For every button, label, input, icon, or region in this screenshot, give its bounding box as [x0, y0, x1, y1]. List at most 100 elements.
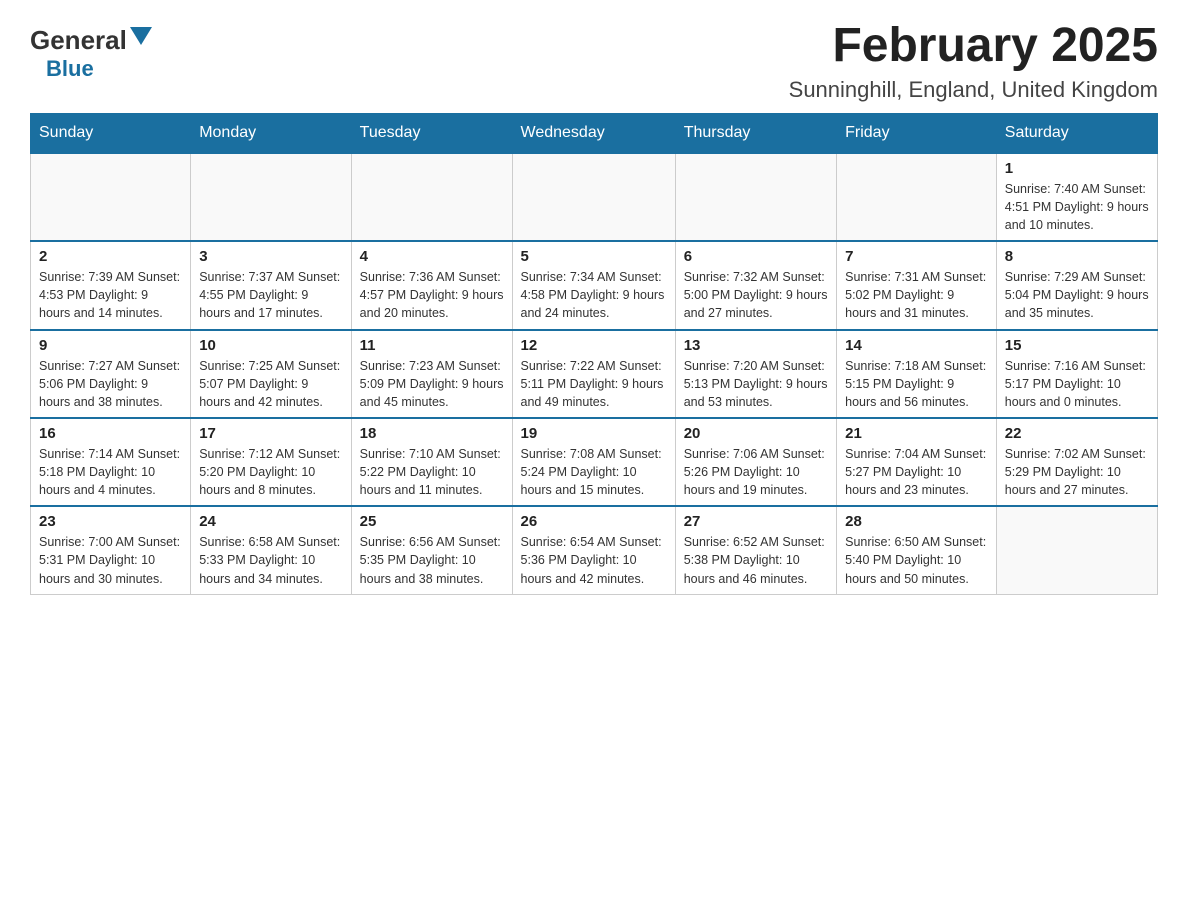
- month-year-title: February 2025: [789, 20, 1158, 73]
- day-info: Sunrise: 7:34 AM Sunset: 4:58 PM Dayligh…: [521, 268, 667, 322]
- day-info: Sunrise: 7:36 AM Sunset: 4:57 PM Dayligh…: [360, 268, 504, 322]
- logo: General Blue: [30, 20, 152, 82]
- calendar-header-row: Sunday Monday Tuesday Wednesday Thursday…: [31, 113, 1158, 153]
- title-block: February 2025 Sunninghill, England, Unit…: [789, 20, 1158, 103]
- calendar-week-row: 9Sunrise: 7:27 AM Sunset: 5:06 PM Daylig…: [31, 330, 1158, 418]
- calendar-cell: [837, 153, 997, 241]
- logo-blue-text: Blue: [38, 56, 94, 81]
- calendar-cell: 3Sunrise: 7:37 AM Sunset: 4:55 PM Daylig…: [191, 241, 351, 329]
- calendar-cell: 22Sunrise: 7:02 AM Sunset: 5:29 PM Dayli…: [996, 418, 1157, 506]
- day-info: Sunrise: 7:16 AM Sunset: 5:17 PM Dayligh…: [1005, 357, 1149, 411]
- calendar-cell: 18Sunrise: 7:10 AM Sunset: 5:22 PM Dayli…: [351, 418, 512, 506]
- day-info: Sunrise: 7:23 AM Sunset: 5:09 PM Dayligh…: [360, 357, 504, 411]
- calendar-cell: 23 Sunrise: 7:00 AM Sunset: 5:31 PM Dayli…: [31, 506, 191, 594]
- col-monday: Monday: [191, 113, 351, 153]
- day-info: Sunrise: 7:31 AM Sunset: 5:02 PM Dayligh…: [845, 268, 988, 322]
- calendar-week-row: 16 Sunrise: 7:14 AM Sunset: 5:18 PM Dayli…: [31, 418, 1158, 506]
- day-number: 17: [199, 425, 342, 442]
- day-info: Sunrise: 7:39 AM Sunset: 4:53 PM Dayligh…: [39, 268, 182, 322]
- day-info: Sunrise: 7:25 AM Sunset: 5:07 PM Dayligh…: [199, 357, 342, 411]
- day-info: Sunrise: 6:52 AM Sunset: 5:38 PM Dayligh…: [684, 533, 828, 587]
- day-info: Sunrise: 6:56 AM Sunset: 5:35 PM Dayligh…: [360, 533, 504, 587]
- day-number: 13: [684, 337, 828, 354]
- calendar-cell: [512, 153, 675, 241]
- day-info: Sunrise: 7:06 AM Sunset: 5:26 PM Dayligh…: [684, 445, 828, 499]
- day-info: Sunrise: 6:50 AM Sunset: 5:40 PM Dayligh…: [845, 533, 988, 587]
- day-number: 8: [1005, 248, 1149, 265]
- day-number: 20: [684, 425, 828, 442]
- calendar-cell: [351, 153, 512, 241]
- calendar-cell: 10 Sunrise: 7:25 AM Sunset: 5:07 PM Dayli…: [191, 330, 351, 418]
- day-number: 7: [845, 248, 988, 265]
- calendar-week-row: 1Sunrise: 7:40 AM Sunset: 4:51 PM Daylig…: [31, 153, 1158, 241]
- calendar-cell: 6 Sunrise: 7:32 AM Sunset: 5:00 PM Daylig…: [675, 241, 836, 329]
- logo-general-text: General: [30, 25, 127, 56]
- day-number: 6: [684, 248, 828, 265]
- calendar-cell: 24 Sunrise: 6:58 AM Sunset: 5:33 PM Dayli…: [191, 506, 351, 594]
- col-thursday: Thursday: [675, 113, 836, 153]
- calendar-cell: 25 Sunrise: 6:56 AM Sunset: 5:35 PM Dayli…: [351, 506, 512, 594]
- page-header: General Blue February 2025 Sunninghill, …: [30, 20, 1158, 103]
- day-info: Sunrise: 7:04 AM Sunset: 5:27 PM Dayligh…: [845, 445, 988, 499]
- day-info: Sunrise: 7:18 AM Sunset: 5:15 PM Dayligh…: [845, 357, 988, 411]
- col-friday: Friday: [837, 113, 997, 153]
- calendar-cell: 13 Sunrise: 7:20 AM Sunset: 5:13 PM Dayli…: [675, 330, 836, 418]
- calendar-cell: 4 Sunrise: 7:36 AM Sunset: 4:57 PM Daylig…: [351, 241, 512, 329]
- calendar-cell: 16 Sunrise: 7:14 AM Sunset: 5:18 PM Dayli…: [31, 418, 191, 506]
- day-info: Sunrise: 7:14 AM Sunset: 5:18 PM Dayligh…: [39, 445, 182, 499]
- day-number: 18: [360, 425, 504, 442]
- col-wednesday: Wednesday: [512, 113, 675, 153]
- day-number: 25: [360, 513, 504, 530]
- calendar-cell: 7 Sunrise: 7:31 AM Sunset: 5:02 PM Daylig…: [837, 241, 997, 329]
- calendar-cell: 1Sunrise: 7:40 AM Sunset: 4:51 PM Daylig…: [996, 153, 1157, 241]
- day-number: 23: [39, 513, 182, 530]
- day-info: Sunrise: 7:22 AM Sunset: 5:11 PM Dayligh…: [521, 357, 667, 411]
- calendar-cell: [191, 153, 351, 241]
- day-info: Sunrise: 7:37 AM Sunset: 4:55 PM Dayligh…: [199, 268, 342, 322]
- calendar-cell: 20 Sunrise: 7:06 AM Sunset: 5:26 PM Dayli…: [675, 418, 836, 506]
- day-number: 2: [39, 248, 182, 265]
- day-number: 21: [845, 425, 988, 442]
- day-info: Sunrise: 7:40 AM Sunset: 4:51 PM Dayligh…: [1005, 180, 1149, 234]
- col-tuesday: Tuesday: [351, 113, 512, 153]
- calendar-cell: 14 Sunrise: 7:18 AM Sunset: 5:15 PM Dayli…: [837, 330, 997, 418]
- day-info: Sunrise: 7:00 AM Sunset: 5:31 PM Dayligh…: [39, 533, 182, 587]
- calendar-week-row: 23 Sunrise: 7:00 AM Sunset: 5:31 PM Dayli…: [31, 506, 1158, 594]
- day-number: 19: [521, 425, 667, 442]
- day-number: 28: [845, 513, 988, 530]
- day-number: 14: [845, 337, 988, 354]
- calendar-cell: 28 Sunrise: 6:50 AM Sunset: 5:40 PM Dayli…: [837, 506, 997, 594]
- col-saturday: Saturday: [996, 113, 1157, 153]
- day-info: Sunrise: 7:12 AM Sunset: 5:20 PM Dayligh…: [199, 445, 342, 499]
- col-sunday: Sunday: [31, 113, 191, 153]
- day-number: 27: [684, 513, 828, 530]
- day-info: Sunrise: 7:20 AM Sunset: 5:13 PM Dayligh…: [684, 357, 828, 411]
- calendar-cell: 5 Sunrise: 7:34 AM Sunset: 4:58 PM Daylig…: [512, 241, 675, 329]
- calendar-cell: 15 Sunrise: 7:16 AM Sunset: 5:17 PM Dayli…: [996, 330, 1157, 418]
- calendar-cell: 11 Sunrise: 7:23 AM Sunset: 5:09 PM Dayli…: [351, 330, 512, 418]
- calendar-cell: [996, 506, 1157, 594]
- calendar-cell: 19 Sunrise: 7:08 AM Sunset: 5:24 PM Dayli…: [512, 418, 675, 506]
- day-info: Sunrise: 7:32 AM Sunset: 5:00 PM Dayligh…: [684, 268, 828, 322]
- day-number: 4: [360, 248, 504, 265]
- day-number: 5: [521, 248, 667, 265]
- calendar-cell: 27 Sunrise: 6:52 AM Sunset: 5:38 PM Dayli…: [675, 506, 836, 594]
- day-number: 11: [360, 337, 504, 354]
- day-info: Sunrise: 7:08 AM Sunset: 5:24 PM Dayligh…: [521, 445, 667, 499]
- calendar-cell: [675, 153, 836, 241]
- calendar-cell: 17 Sunrise: 7:12 AM Sunset: 5:20 PM Dayli…: [191, 418, 351, 506]
- calendar-cell: 8Sunrise: 7:29 AM Sunset: 5:04 PM Daylig…: [996, 241, 1157, 329]
- calendar-week-row: 2 Sunrise: 7:39 AM Sunset: 4:53 PM Daylig…: [31, 241, 1158, 329]
- day-number: 15: [1005, 337, 1149, 354]
- calendar-cell: [31, 153, 191, 241]
- day-info: Sunrise: 6:58 AM Sunset: 5:33 PM Dayligh…: [199, 533, 342, 587]
- calendar-cell: 12Sunrise: 7:22 AM Sunset: 5:11 PM Dayli…: [512, 330, 675, 418]
- logo-arrow-icon: [130, 27, 152, 50]
- calendar-cell: 9Sunrise: 7:27 AM Sunset: 5:06 PM Daylig…: [31, 330, 191, 418]
- day-number: 24: [199, 513, 342, 530]
- day-info: Sunrise: 6:54 AM Sunset: 5:36 PM Dayligh…: [521, 533, 667, 587]
- day-number: 16: [39, 425, 182, 442]
- calendar-cell: 21 Sunrise: 7:04 AM Sunset: 5:27 PM Dayli…: [837, 418, 997, 506]
- day-number: 10: [199, 337, 342, 354]
- day-info: Sunrise: 7:27 AM Sunset: 5:06 PM Dayligh…: [39, 357, 182, 411]
